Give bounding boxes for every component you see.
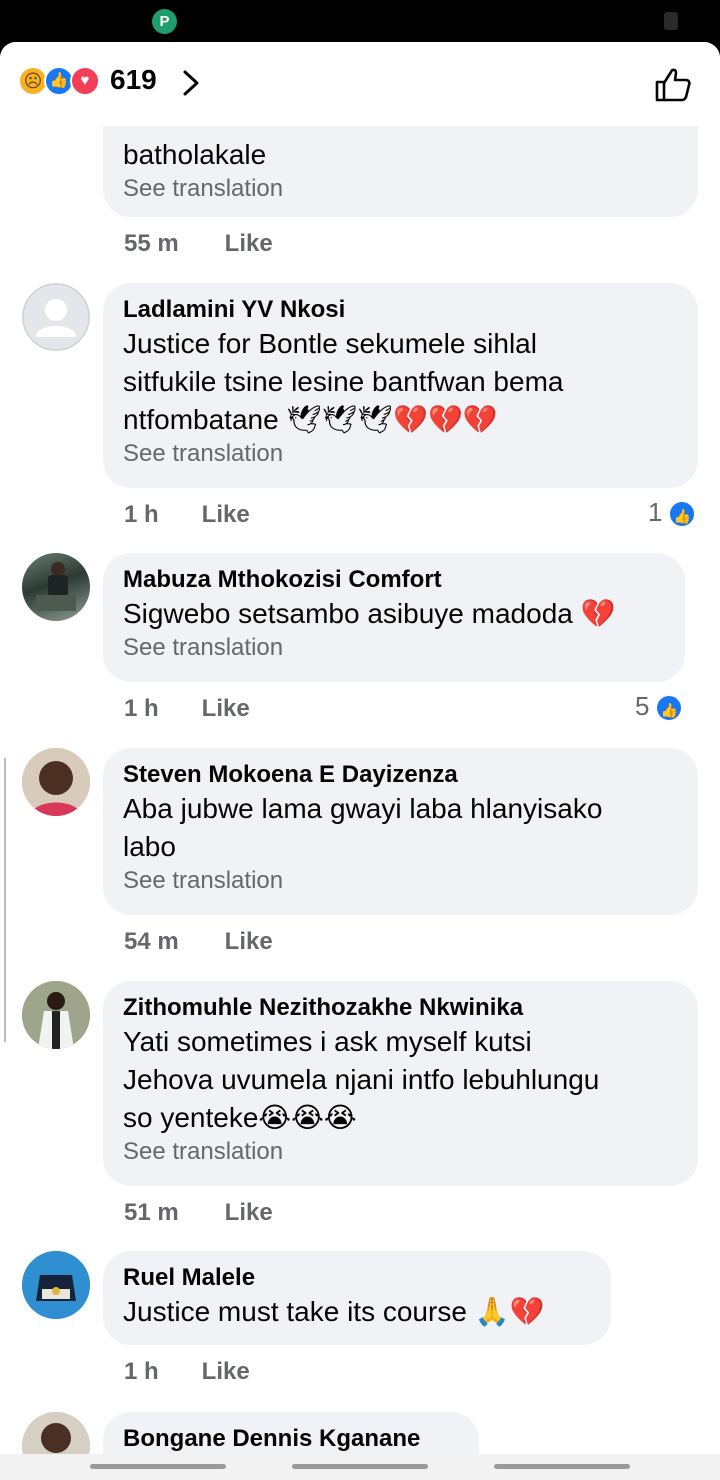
comment-meta: 1 h Like bbox=[124, 1358, 250, 1386]
comment-meta: 1 h Like bbox=[124, 695, 250, 723]
avatar[interactable] bbox=[22, 981, 90, 1049]
see-translation-link[interactable]: See translation bbox=[123, 866, 678, 896]
profile-photo bbox=[22, 1251, 90, 1319]
avatar[interactable] bbox=[22, 553, 90, 621]
comment-author[interactable]: Mabuza Mthokozisi Comfort bbox=[123, 565, 665, 595]
nav-recent-button[interactable] bbox=[90, 1464, 226, 1469]
see-translation-link[interactable]: See translation bbox=[123, 633, 665, 663]
like-button[interactable]: Like bbox=[202, 695, 250, 723]
comment-bubble[interactable]: Ladlamini YV Nkosi Justice for Bontle se… bbox=[103, 283, 698, 488]
comment-reaction-count[interactable]: 5 👍 bbox=[635, 691, 684, 723]
comment-bubble[interactable]: Ruel Malele Justice must take its course… bbox=[103, 1251, 611, 1345]
comment-time: 51 m bbox=[124, 1199, 179, 1226]
comment-text: Justice for Bontle sekumele sihlal sitfu… bbox=[123, 328, 564, 435]
like-reaction-icon: 👍 bbox=[655, 694, 684, 723]
comment-time: 55 m bbox=[124, 230, 179, 257]
profile-photo bbox=[22, 748, 90, 816]
reactions-header: ☹ 👍 ♥ 619 bbox=[0, 42, 720, 126]
comment-time: 54 m bbox=[124, 928, 179, 955]
comment-author[interactable]: Ladlamini YV Nkosi bbox=[123, 295, 678, 325]
comment-time: 1 h bbox=[124, 695, 159, 722]
profile-photo bbox=[36, 562, 76, 611]
comment-time: 1 h bbox=[124, 501, 159, 528]
chevron-right-icon[interactable] bbox=[180, 68, 202, 98]
comment-meta: 51 m Like bbox=[124, 1199, 273, 1227]
see-translation-link[interactable]: See translation bbox=[123, 439, 678, 469]
avatar[interactable] bbox=[22, 283, 90, 351]
notification-icon bbox=[664, 12, 678, 30]
comment-author[interactable]: Ruel Malele bbox=[123, 1263, 591, 1293]
comment-time: 1 h bbox=[124, 1358, 159, 1385]
comment-bubble[interactable]: Steven Mokoena E Dayizenza Aba jubwe lam… bbox=[103, 748, 698, 915]
navigation-bar bbox=[0, 1454, 720, 1480]
comment-author[interactable]: Bongane Dennis Kganane bbox=[123, 1424, 459, 1454]
like-button[interactable]: Like bbox=[202, 1358, 250, 1386]
like-button[interactable]: Like bbox=[225, 928, 273, 956]
comment-reaction-count[interactable]: 1 👍 bbox=[648, 497, 697, 529]
comment-text: Aba jubwe lama gwayi laba hlanyisako lab… bbox=[123, 793, 603, 862]
comment-author[interactable]: Zithomuhle Nezithozakhe Nkwinika bbox=[123, 993, 678, 1023]
comment-meta: 54 m Like bbox=[124, 928, 273, 956]
love-reaction-icon: ♥ bbox=[70, 66, 100, 96]
scrollbar[interactable] bbox=[0, 758, 6, 1042]
see-translation-link[interactable]: See translation bbox=[123, 174, 678, 204]
comment-bubble[interactable]: Zithomuhle Nezithozakhe Nkwinika Yati so… bbox=[103, 981, 698, 1186]
pushbullet-icon: P bbox=[152, 9, 177, 34]
avatar[interactable] bbox=[22, 1412, 90, 1454]
avatar[interactable] bbox=[22, 748, 90, 816]
nav-back-button[interactable] bbox=[494, 1464, 630, 1469]
see-translation-link[interactable]: See translation bbox=[123, 1137, 678, 1167]
default-avatar-icon bbox=[22, 283, 90, 351]
like-reaction-icon: 👍 bbox=[668, 500, 697, 529]
comment-meta: 1 h Like bbox=[124, 501, 250, 529]
thumbs-up-outline-icon[interactable] bbox=[653, 66, 693, 104]
reaction-count-label: 5 bbox=[635, 691, 650, 721]
nav-home-button[interactable] bbox=[292, 1464, 428, 1469]
status-bar: P bbox=[0, 0, 720, 42]
comments-sheet: ☹ 👍 ♥ 619 batholakale See translation 55… bbox=[0, 42, 720, 1454]
comment-text: Justice must take its course 🙏💔 bbox=[123, 1296, 545, 1327]
comment-bubble[interactable]: Mabuza Mthokozisi Comfort Sigwebo setsam… bbox=[103, 553, 685, 682]
like-button[interactable]: Like bbox=[202, 501, 250, 529]
profile-photo bbox=[22, 1412, 90, 1454]
comment-text: batholakale bbox=[123, 139, 267, 170]
avatar[interactable] bbox=[22, 1251, 90, 1319]
reaction-count-label: 1 bbox=[648, 497, 663, 527]
comment-author[interactable]: Steven Mokoena E Dayizenza bbox=[123, 760, 678, 790]
like-button[interactable]: Like bbox=[225, 1199, 273, 1227]
profile-photo bbox=[22, 981, 90, 1049]
comment-meta: 55 m Like bbox=[124, 230, 273, 258]
comment-text: Sigwebo setsambo asibuye madoda 💔 bbox=[123, 598, 616, 629]
like-button[interactable]: Like bbox=[225, 230, 273, 258]
comment-bubble[interactable]: Bongane Dennis Kganane bbox=[103, 1412, 479, 1454]
reaction-count[interactable]: 619 bbox=[110, 64, 157, 96]
comment-text: Yati sometimes i ask myself kutsi Jehova… bbox=[123, 1026, 600, 1133]
